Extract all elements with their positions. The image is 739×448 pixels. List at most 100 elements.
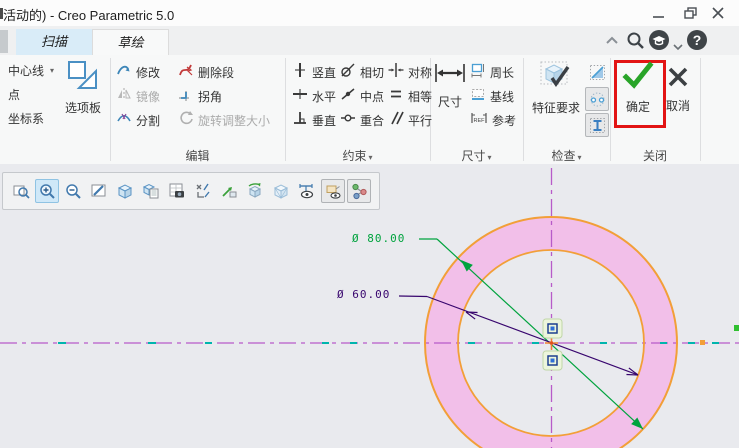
zoom-out-icon[interactable] (61, 179, 85, 203)
mirror-icon (116, 86, 132, 107)
divide-icon (116, 110, 132, 131)
corner-button[interactable]: 拐角 (178, 87, 222, 105)
modify-icon (116, 62, 132, 83)
chevron-down-icon: ▾ (577, 153, 582, 162)
coordinate-system-button[interactable]: 坐标系 (8, 109, 44, 127)
graphics-toolbar (2, 172, 380, 210)
palette-icon (66, 59, 100, 96)
coincident-handle-top[interactable] (542, 318, 563, 339)
learning-connector-icon[interactable] (648, 29, 672, 58)
cancel-button[interactable]: 取消 (662, 65, 694, 114)
inner-diameter-value[interactable]: Ø 60.00 (337, 288, 390, 301)
chevron-down-icon: ▾ (487, 153, 492, 162)
mirror-button[interactable]: 镜像 (116, 87, 160, 105)
baseline-button[interactable]: 基线 (470, 87, 514, 105)
perpendicular-constraint-icon (292, 110, 308, 131)
constraint-parallel-button[interactable]: 平行 (388, 111, 432, 129)
constraint-vertical-button[interactable]: 竖直 (292, 62, 336, 81)
search-icon[interactable] (625, 30, 647, 57)
divide-button[interactable]: 分割 (116, 111, 160, 129)
sketcher-display-filters-icon[interactable] (295, 179, 319, 203)
palette-button[interactable]: 选项板 (58, 59, 108, 116)
horizontal-constraint-icon (292, 86, 308, 107)
constraint-equal-button[interactable]: 相等 (388, 87, 432, 105)
close-window-button[interactable] (709, 6, 727, 21)
constraint-tangent-button[interactable]: 相切 (340, 63, 384, 81)
centerline-button[interactable]: 中心线 ▾ (8, 61, 54, 79)
saved-orientations-icon[interactable] (139, 179, 163, 203)
overlapping-geometry-toggle[interactable] (585, 113, 609, 137)
group-label-edit: 编辑 (185, 149, 210, 163)
reference-dimension-button[interactable]: REF 参考 (470, 111, 516, 129)
spin-center-icon[interactable] (243, 179, 267, 203)
highlight-open-ends-toggle[interactable] (585, 87, 609, 111)
delete-segment-icon (178, 62, 194, 83)
constraint-perpendicular-button[interactable]: 垂直 (292, 111, 336, 129)
chevron-down-icon[interactable]: ▾ (50, 66, 54, 75)
point-button[interactable]: 点 (8, 85, 20, 103)
rotate-resize-button[interactable]: 旋转调整大小 (178, 110, 270, 131)
perimeter-button[interactable]: 周长 (470, 63, 514, 81)
group-divider (285, 58, 286, 161)
dimension-icon (434, 61, 466, 90)
plane-display-icon[interactable] (321, 179, 345, 203)
cancel-x-icon (666, 65, 690, 94)
sketch-orientation-icon[interactable] (347, 179, 371, 203)
centerline-endpoint[interactable] (700, 340, 705, 345)
dimension-button[interactable]: 尺寸 (432, 61, 468, 110)
ok-check-icon (622, 61, 654, 95)
reference-dimension-icon: REF (470, 110, 488, 131)
constraint-symmetric-button[interactable]: 对称 (388, 62, 432, 83)
group-divider (610, 58, 611, 161)
display-style-icon[interactable] (113, 179, 137, 203)
view-manager-icon[interactable] (165, 179, 189, 203)
zoom-in-icon[interactable] (35, 179, 59, 203)
collapse-ribbon-icon[interactable] (604, 34, 620, 52)
svg-text:REF: REF (474, 118, 486, 124)
constraint-coincident-button[interactable]: 重合 (340, 111, 384, 129)
shade-closed-loops-toggle[interactable] (586, 61, 608, 83)
constraint-midpoint-button[interactable]: 中点 (340, 87, 384, 105)
ribbon: 中心线 ▾ 点 坐标系 选项板 修改 删除段 镜像 拐角 分割 旋转调整大小 竖… (0, 55, 739, 165)
midpoint-constraint-icon (340, 86, 356, 107)
edge-vertex-point[interactable] (734, 325, 739, 331)
chevron-down-icon: ▾ (368, 153, 373, 162)
ok-button[interactable]: 确定 (620, 61, 656, 115)
group-divider (110, 58, 111, 161)
window-title: 活动的) - Creo Parametric 5.0 (3, 8, 175, 23)
creo-parametric-window: 活动的) - Creo Parametric 5.0 ? 扫描 草绘 中心线 ▾… (0, 0, 739, 448)
group-label-close: 关闭 (642, 149, 667, 163)
refit-icon[interactable] (9, 179, 33, 203)
perspective-view-icon[interactable] (269, 179, 293, 203)
repaint-icon[interactable] (87, 179, 111, 203)
group-divider (700, 58, 701, 161)
symmetric-constraint-icon (388, 62, 404, 83)
tangent-constraint-icon (340, 62, 356, 83)
equal-constraint-icon (388, 86, 404, 107)
restore-button[interactable] (682, 6, 700, 21)
minimize-button[interactable] (650, 6, 668, 21)
corner-icon (178, 86, 194, 107)
constraint-horizontal-button[interactable]: 水平 (292, 87, 336, 105)
chevron-down-icon[interactable] (673, 38, 683, 56)
delete-segment-button[interactable]: 删除段 (178, 63, 234, 81)
tab-sweep[interactable]: 扫描 (16, 29, 92, 55)
svg-text:?: ? (693, 32, 702, 48)
coincident-handle-bottom[interactable] (542, 350, 563, 371)
group-label-constrain[interactable]: 约束 ▾ (285, 147, 430, 164)
feature-requirements-icon (539, 59, 573, 96)
parallel-constraint-icon (388, 110, 404, 131)
group-divider (523, 58, 524, 161)
tab-sketch[interactable]: 草绘 (92, 29, 169, 55)
modify-button[interactable]: 修改 (116, 63, 160, 81)
outer-diameter-value[interactable]: Ø 80.00 (352, 232, 405, 245)
group-label-dimension[interactable]: 尺寸 ▾ (430, 147, 523, 164)
feature-requirements-button[interactable]: 特征要求 (528, 59, 584, 116)
annotation-display-icon[interactable] (217, 179, 241, 203)
title-bar: 活动的) - Creo Parametric 5.0 (0, 0, 739, 26)
help-icon[interactable]: ? (686, 29, 710, 58)
datum-display-filters-icon[interactable] (191, 179, 215, 203)
coincident-constraint-icon (340, 110, 356, 131)
rotate-resize-icon (178, 110, 194, 131)
group-label-inspect[interactable]: 检查 ▾ (523, 147, 610, 164)
